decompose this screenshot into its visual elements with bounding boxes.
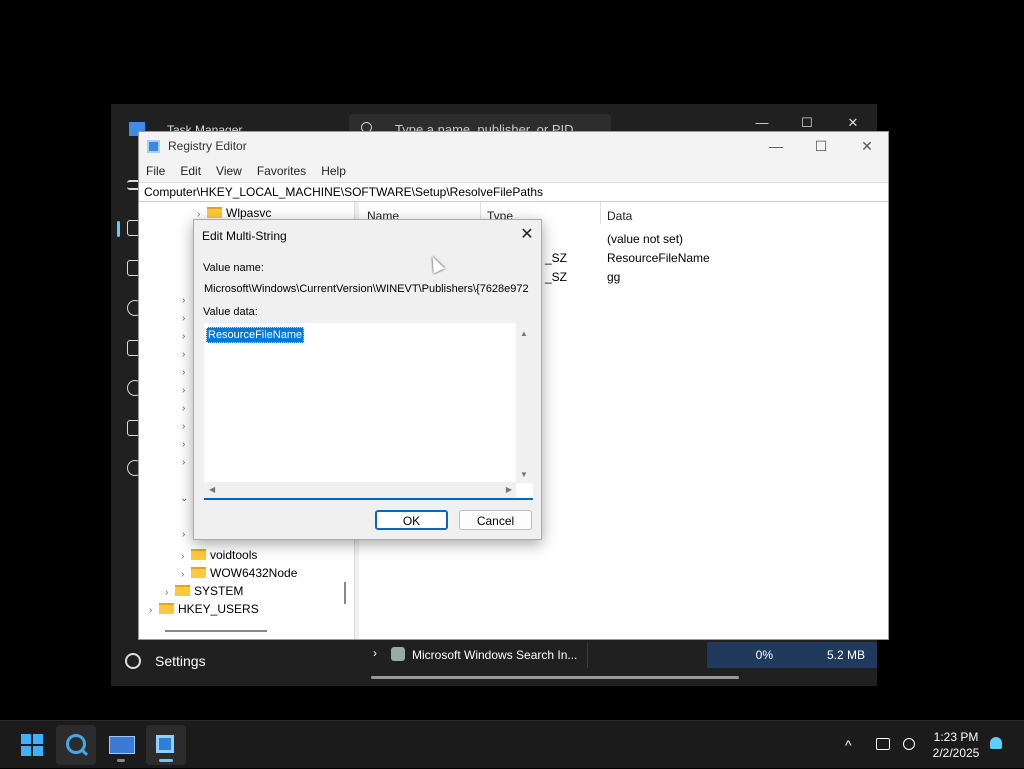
tree-node-label: voidtools — [210, 548, 258, 562]
search-indexer-icon — [391, 647, 405, 661]
network-icon[interactable] — [876, 738, 890, 750]
windows-logo-icon — [21, 746, 31, 756]
notification-bell-icon[interactable] — [990, 737, 1002, 749]
chevron-right-icon[interactable]: › — [182, 385, 185, 396]
value-data-textarea[interactable]: ResourceFileName ▲ ▼ ◀ ▶ — [204, 323, 533, 500]
process-cpu-cell: 0% — [707, 642, 787, 668]
menu-favorites[interactable]: Favorites — [257, 160, 313, 182]
menu-view[interactable]: View — [216, 160, 249, 182]
taskbar-task-manager-button[interactable] — [101, 725, 141, 765]
column-divider — [587, 642, 588, 668]
tree-node-label: SYSTEM — [194, 584, 244, 598]
value-type: _SZ — [545, 251, 568, 265]
registry-address-bar[interactable]: Computer\HKEY_LOCAL_MACHINE\SOFTWARE\Set… — [139, 182, 888, 202]
dialog-close-button[interactable]: ✕ — [516, 224, 538, 246]
chevron-right-icon[interactable]: › — [182, 367, 185, 378]
chevron-right-icon[interactable]: › — [182, 403, 185, 414]
value-data-selected-text[interactable]: ResourceFileName — [206, 327, 305, 343]
taskbar-registry-editor-button[interactable] — [146, 725, 186, 765]
value-data-vertical-scrollbar[interactable]: ▲ ▼ — [516, 323, 533, 483]
task-manager-horizontal-scrollbar[interactable] — [371, 676, 739, 679]
registry-editor-icon — [156, 735, 174, 753]
taskbar: ^ 1:23 PM 2/2/2025 — [0, 720, 1024, 768]
windows-logo-icon — [33, 734, 43, 744]
scroll-up-arrow-icon[interactable]: ▲ — [520, 329, 528, 338]
registry-minimize-button[interactable]: — — [753, 132, 799, 160]
ok-button[interactable]: OK — [375, 510, 448, 530]
chevron-down-icon[interactable]: ⌄ — [180, 493, 188, 504]
windows-logo-icon — [21, 734, 31, 744]
chevron-right-icon[interactable]: › — [182, 295, 185, 306]
folder-icon — [159, 603, 174, 614]
value-data: (value not set) — [607, 232, 684, 246]
value-data-label: Value data: — [203, 306, 258, 318]
task-manager-icon — [109, 736, 135, 754]
menu-help[interactable]: Help — [321, 160, 353, 182]
chevron-right-icon[interactable]: › — [182, 529, 185, 540]
process-memory: 5.2 MB — [826, 648, 865, 662]
tree-node-hkey-users[interactable]: › HKEY_USERS — [149, 600, 259, 618]
tree-node-label: Wlpasvc — [226, 206, 272, 220]
folder-icon — [191, 549, 206, 560]
folder-icon — [207, 207, 222, 218]
process-memory-cell: 5.2 MB — [787, 642, 877, 668]
scroll-right-arrow-icon[interactable]: ▶ — [506, 485, 512, 494]
folder-icon — [191, 567, 206, 578]
search-icon-handle — [80, 748, 89, 757]
gear-icon — [125, 653, 141, 669]
chevron-right-icon[interactable]: › — [182, 313, 185, 324]
process-cpu: 0% — [755, 648, 773, 662]
tree-vertical-scrollbar[interactable] — [344, 582, 346, 604]
tree-node-label: HKEY_USERS — [178, 602, 259, 616]
value-name-label: Value name: — [203, 262, 264, 274]
menu-edit[interactable]: Edit — [180, 160, 208, 182]
process-row[interactable]: › Microsoft Windows Search In... 0% 5.2 … — [369, 642, 877, 668]
settings-label: Settings — [155, 653, 206, 669]
registry-title: Registry Editor — [168, 139, 247, 153]
column-header-data[interactable]: Data — [607, 209, 632, 223]
taskbar-clock[interactable]: 1:23 PM 2/2/2025 — [925, 729, 987, 761]
tree-node-system[interactable]: › SYSTEM — [165, 582, 243, 600]
registry-close-button[interactable]: ✕ — [844, 132, 890, 160]
value-data-horizontal-scrollbar[interactable]: ◀ ▶ — [204, 482, 516, 498]
chevron-right-icon[interactable]: › — [182, 331, 185, 342]
menu-file[interactable]: File — [146, 160, 172, 182]
clock-date: 2/2/2025 — [932, 746, 980, 760]
column-divider[interactable] — [600, 202, 601, 224]
value-data: gg — [607, 270, 621, 284]
chevron-right-icon[interactable]: › — [182, 421, 185, 432]
chevron-right-icon[interactable]: › — [149, 602, 159, 620]
folder-icon — [175, 585, 190, 596]
value-type: _SZ — [545, 270, 568, 284]
registry-app-icon — [147, 140, 160, 153]
tree-node-label: WOW6432Node — [210, 566, 298, 580]
running-indicator — [117, 759, 125, 762]
clock-time: 1:23 PM — [933, 730, 979, 744]
tree-node-voidtools[interactable]: › voidtools — [181, 546, 257, 564]
volume-muted-icon[interactable] — [903, 738, 915, 750]
scroll-left-arrow-icon[interactable]: ◀ — [209, 485, 215, 494]
tree-node-wow6432node[interactable]: › WOW6432Node — [181, 564, 297, 582]
start-button[interactable] — [13, 725, 53, 765]
edit-multi-string-dialog: Edit Multi-String ✕ Value name: Microsof… — [193, 219, 542, 540]
windows-logo-icon — [33, 746, 43, 756]
dialog-title: Edit Multi-String — [202, 229, 287, 243]
chevron-right-icon[interactable]: › — [182, 439, 185, 450]
taskbar-search-button[interactable] — [56, 725, 96, 765]
task-manager-settings[interactable]: Settings — [125, 653, 206, 669]
value-name-field[interactable]: Microsoft\Windows\CurrentVersion\WINEVT\… — [204, 279, 533, 299]
chevron-right-icon[interactable]: › — [182, 349, 185, 360]
chevron-right-icon[interactable]: › — [373, 646, 377, 660]
cancel-button[interactable]: Cancel — [459, 510, 532, 530]
value-data: ResourceFileName — [607, 251, 710, 265]
active-indicator — [159, 759, 173, 762]
process-name: Microsoft Windows Search In... — [412, 648, 578, 662]
scroll-down-arrow-icon[interactable]: ▼ — [520, 470, 528, 479]
show-hidden-icons-chevron-icon[interactable]: ^ — [845, 721, 852, 769]
registry-menubar: File Edit View Favorites Help — [139, 160, 888, 182]
registry-titlebar[interactable]: Registry Editor — ☐ ✕ — [139, 132, 888, 160]
registry-maximize-button[interactable]: ☐ — [798, 132, 844, 160]
chevron-right-icon[interactable]: › — [182, 457, 185, 468]
tree-horizontal-scrollbar[interactable] — [165, 630, 267, 632]
